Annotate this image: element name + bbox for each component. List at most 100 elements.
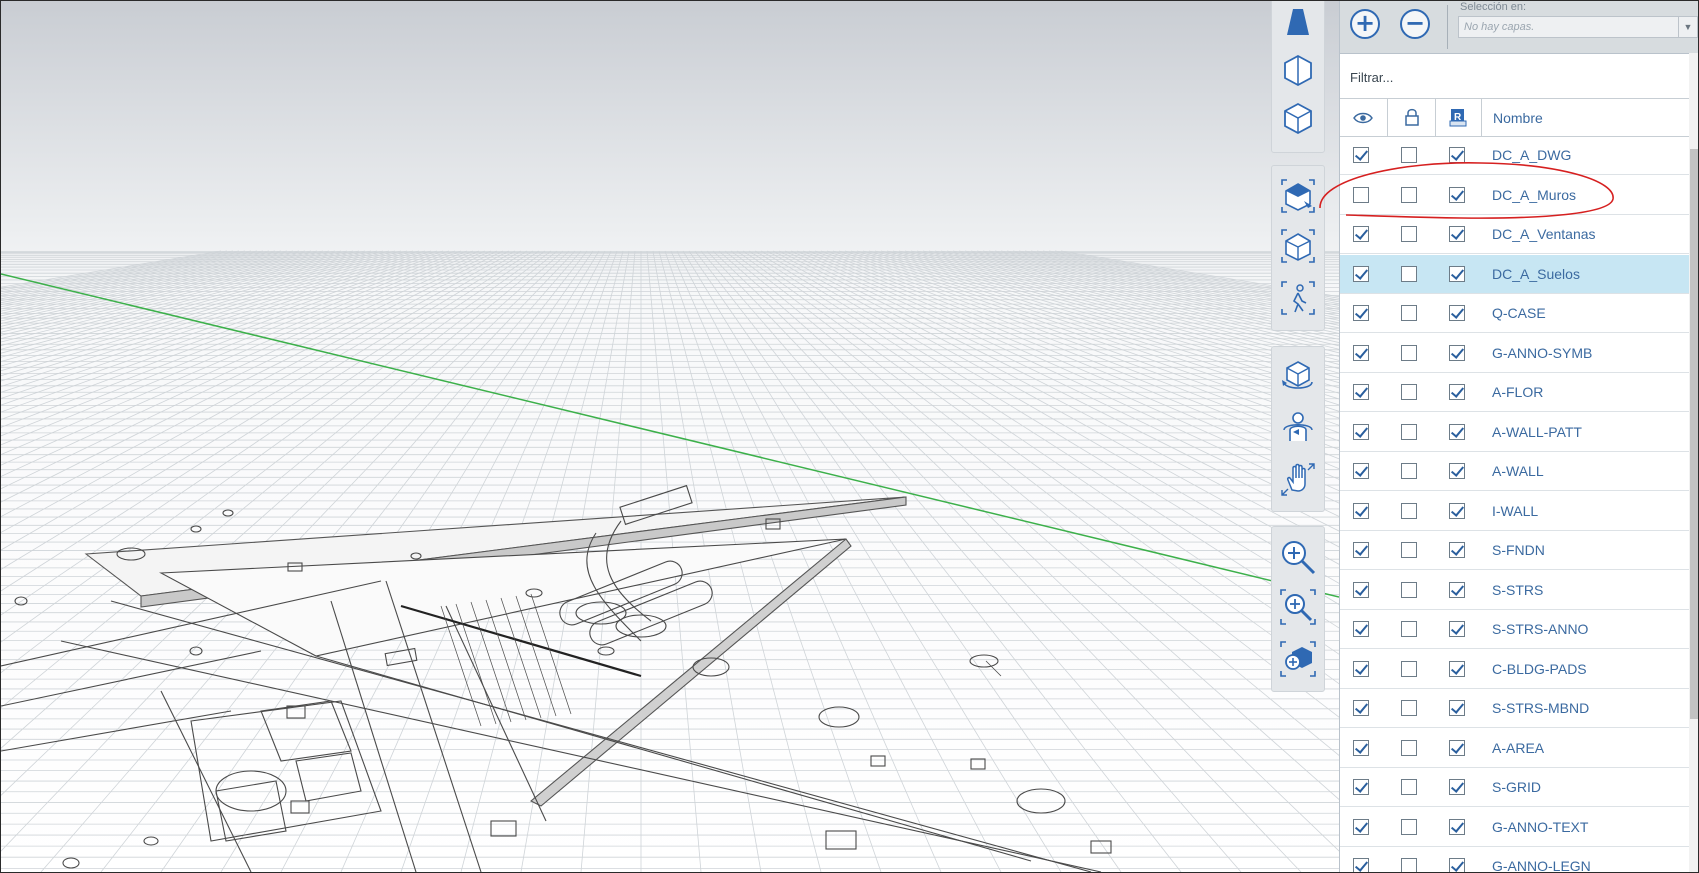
perspective-view-button[interactable] — [1276, 1, 1320, 44]
default-3d-view-button[interactable] — [1276, 174, 1320, 218]
revit-checkbox[interactable] — [1449, 147, 1465, 163]
revit-checkbox[interactable] — [1449, 661, 1465, 677]
scrollbar[interactable] — [1689, 53, 1698, 872]
lock-checkbox[interactable] — [1401, 621, 1417, 637]
scrollbar-thumb[interactable] — [1690, 149, 1698, 719]
layer-row[interactable]: A-WALL — [1340, 452, 1698, 491]
layer-row[interactable]: S-STRS-MBND — [1340, 689, 1698, 728]
visibility-checkbox[interactable] — [1353, 384, 1369, 400]
zoom-window-button[interactable] — [1276, 585, 1320, 629]
remove-layer-button[interactable]: − — [1400, 9, 1430, 39]
lock-checkbox[interactable] — [1401, 582, 1417, 598]
layer-row[interactable]: DC_A_Ventanas — [1340, 215, 1698, 254]
zoom-button[interactable] — [1276, 535, 1320, 579]
front-view-button[interactable] — [1276, 48, 1320, 92]
visibility-checkbox[interactable] — [1353, 621, 1369, 637]
revit-checkbox[interactable] — [1449, 858, 1465, 872]
lock-checkbox[interactable] — [1401, 345, 1417, 361]
fit-view-button[interactable] — [1276, 224, 1320, 268]
lock-checkbox[interactable] — [1401, 700, 1417, 716]
layer-row[interactable]: A-FLOR — [1340, 373, 1698, 412]
look-around-button[interactable] — [1276, 405, 1320, 449]
lock-checkbox[interactable] — [1401, 305, 1417, 321]
layer-row[interactable]: C-BLDG-PADS — [1340, 650, 1698, 689]
layer-row[interactable]: S-GRID — [1340, 768, 1698, 807]
visibility-checkbox[interactable] — [1353, 345, 1369, 361]
layer-row[interactable]: G-ANNO-TEXT — [1340, 808, 1698, 847]
lock-checkbox[interactable] — [1401, 740, 1417, 756]
layer-row[interactable]: G-ANNO-LEGN — [1340, 847, 1698, 872]
visibility-checkbox[interactable] — [1353, 819, 1369, 835]
isometric-view-icon — [1284, 102, 1312, 135]
revit-checkbox[interactable] — [1449, 266, 1465, 282]
pan-button[interactable] — [1276, 457, 1320, 501]
layer-row[interactable]: DC_A_DWG — [1340, 136, 1698, 175]
layer-row[interactable]: Q-CASE — [1340, 294, 1698, 333]
layer-row[interactable]: S-STRS — [1340, 571, 1698, 610]
revit-checkbox[interactable] — [1449, 542, 1465, 558]
selection-dropdown[interactable]: No hay capas. ▼ — [1458, 16, 1698, 38]
revit-icon[interactable]: R — [1449, 107, 1467, 127]
zoom-extents-button[interactable] — [1276, 637, 1320, 681]
revit-checkbox[interactable] — [1449, 463, 1465, 479]
visibility-checkbox[interactable] — [1353, 582, 1369, 598]
lock-checkbox[interactable] — [1401, 226, 1417, 242]
lock-checkbox[interactable] — [1401, 858, 1417, 872]
name-column-header[interactable]: Nombre — [1493, 110, 1543, 126]
revit-checkbox[interactable] — [1449, 424, 1465, 440]
visibility-checkbox[interactable] — [1353, 266, 1369, 282]
revit-checkbox[interactable] — [1449, 819, 1465, 835]
lock-checkbox[interactable] — [1401, 503, 1417, 519]
layer-row[interactable]: A-WALL-PATT — [1340, 413, 1698, 452]
visibility-checkbox[interactable] — [1353, 503, 1369, 519]
isometric-view-button[interactable] — [1276, 96, 1320, 140]
filter-input[interactable]: Filtrar... — [1350, 70, 1393, 85]
revit-checkbox[interactable] — [1449, 503, 1465, 519]
revit-checkbox[interactable] — [1449, 621, 1465, 637]
lock-icon[interactable] — [1404, 107, 1420, 127]
orbit-button[interactable] — [1276, 355, 1320, 399]
visibility-checkbox[interactable] — [1353, 700, 1369, 716]
visibility-checkbox[interactable] — [1353, 226, 1369, 242]
lock-checkbox[interactable] — [1401, 463, 1417, 479]
layer-row[interactable]: S-STRS-ANNO — [1340, 610, 1698, 649]
eye-icon[interactable] — [1353, 111, 1373, 125]
visibility-checkbox[interactable] — [1353, 187, 1369, 203]
visibility-checkbox[interactable] — [1353, 305, 1369, 321]
visibility-checkbox[interactable] — [1353, 424, 1369, 440]
lock-checkbox[interactable] — [1401, 384, 1417, 400]
revit-checkbox[interactable] — [1449, 305, 1465, 321]
visibility-checkbox[interactable] — [1353, 779, 1369, 795]
add-layer-button[interactable]: + — [1350, 9, 1380, 39]
layer-row[interactable]: I-WALL — [1340, 492, 1698, 531]
revit-checkbox[interactable] — [1449, 384, 1465, 400]
walkthrough-view-button[interactable] — [1276, 276, 1320, 320]
revit-checkbox[interactable] — [1449, 740, 1465, 756]
layer-row[interactable]: A-AREA — [1340, 729, 1698, 768]
visibility-checkbox[interactable] — [1353, 661, 1369, 677]
visibility-checkbox[interactable] — [1353, 858, 1369, 872]
visibility-checkbox[interactable] — [1353, 542, 1369, 558]
visibility-checkbox[interactable] — [1353, 740, 1369, 756]
visibility-checkbox[interactable] — [1353, 463, 1369, 479]
layer-row[interactable]: DC_A_Suelos — [1340, 255, 1698, 294]
lock-checkbox[interactable] — [1401, 424, 1417, 440]
3d-viewport[interactable] — [1, 1, 1339, 872]
revit-checkbox[interactable] — [1449, 779, 1465, 795]
lock-checkbox[interactable] — [1401, 266, 1417, 282]
lock-checkbox[interactable] — [1401, 542, 1417, 558]
lock-checkbox[interactable] — [1401, 661, 1417, 677]
revit-checkbox[interactable] — [1449, 226, 1465, 242]
lock-checkbox[interactable] — [1401, 819, 1417, 835]
layer-row[interactable]: S-FNDN — [1340, 531, 1698, 570]
lock-checkbox[interactable] — [1401, 187, 1417, 203]
lock-checkbox[interactable] — [1401, 779, 1417, 795]
layer-row[interactable]: DC_A_Muros — [1340, 176, 1698, 215]
layer-row[interactable]: G-ANNO-SYMB — [1340, 334, 1698, 373]
visibility-checkbox[interactable] — [1353, 147, 1369, 163]
lock-checkbox[interactable] — [1401, 147, 1417, 163]
revit-checkbox[interactable] — [1449, 187, 1465, 203]
revit-checkbox[interactable] — [1449, 582, 1465, 598]
revit-checkbox[interactable] — [1449, 700, 1465, 716]
revit-checkbox[interactable] — [1449, 345, 1465, 361]
